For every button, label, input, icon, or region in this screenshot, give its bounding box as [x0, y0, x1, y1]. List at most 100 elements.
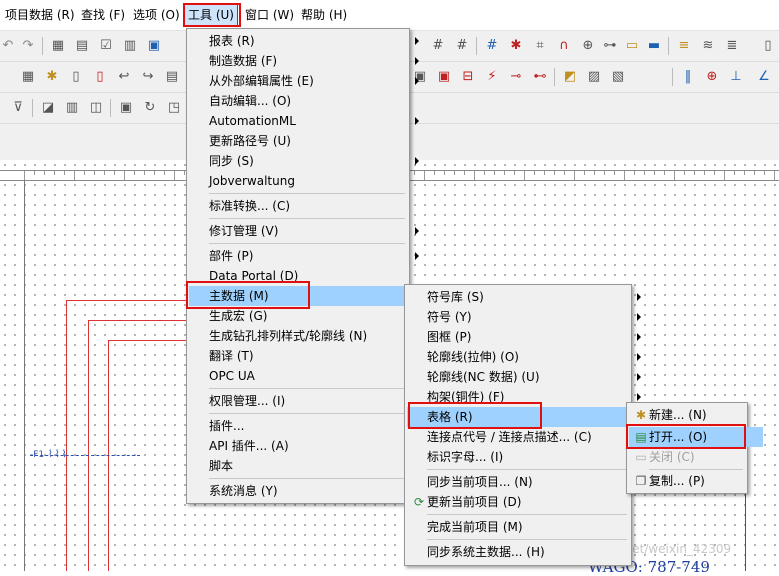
label-icon[interactable]: ▭: [624, 38, 640, 54]
ruler-tick: [714, 171, 715, 175]
ruler-tick: [104, 171, 105, 175]
undo-icon[interactable]: ↶: [0, 38, 16, 54]
redo-icon[interactable]: ↷: [20, 38, 36, 54]
menu-window[interactable]: 窗口 (W): [242, 6, 297, 24]
device-red-icon[interactable]: ▣: [436, 69, 452, 85]
menu-item-drilling-pattern[interactable]: 生成钻孔排列样式/轮廓线 (N): [189, 326, 425, 346]
menu-item-reports[interactable]: 报表 (R): [189, 31, 425, 51]
submenu-item-symbol[interactable]: 符号 (Y): [407, 307, 647, 327]
menu-item-scripts[interactable]: 脚本: [189, 456, 425, 476]
cross-icon[interactable]: ⌗: [532, 38, 548, 54]
align-icon[interactable]: ≣: [724, 38, 740, 54]
wire-alt-icon[interactable]: ≋: [700, 38, 716, 54]
menu-item-parts[interactable]: 部件 (P): [189, 246, 425, 266]
toolbar-separator: [476, 37, 477, 55]
terminal-red-icon[interactable]: ⊕: [704, 69, 720, 85]
menu-item-api-plugins[interactable]: API 插件... (A): [189, 436, 425, 456]
menu-item-opc-ua[interactable]: OPC UA: [189, 366, 425, 386]
hatch-alt-icon[interactable]: ▨: [586, 69, 602, 85]
submenu-item-sync-system-master[interactable]: 同步系统主数据... (H): [407, 542, 647, 562]
submenu-item-symbol-library[interactable]: 符号库 (S): [407, 287, 647, 307]
menu-item-revision[interactable]: 修订管理 (V): [189, 221, 425, 241]
plug-alt-icon[interactable]: ⊷: [532, 69, 548, 85]
page-forward-icon[interactable]: ↪: [140, 69, 156, 85]
tool-a-icon[interactable]: ◪: [40, 100, 56, 116]
grid-red-icon[interactable]: ✱: [508, 38, 524, 54]
menu-item-label: 符号 (Y): [427, 310, 472, 324]
submenu-item-complete-project[interactable]: 完成当前项目 (M): [407, 517, 647, 537]
menu-help[interactable]: 帮助 (H): [298, 6, 350, 24]
menu-item-rights[interactable]: 权限管理... (I): [189, 391, 425, 411]
submenu-item-update-project[interactable]: ⟳ 更新当前项目 (D): [407, 492, 647, 512]
submenu-item-frame[interactable]: 图框 (P): [407, 327, 647, 347]
angle-icon[interactable]: ∠: [756, 69, 772, 85]
menu-item-label: 标准转换... (C): [209, 199, 291, 213]
menu-item-auto-edit[interactable]: 自动编辑... (O): [189, 91, 425, 111]
tool-e-icon[interactable]: ◳: [166, 100, 182, 116]
menu-item-manufacturing[interactable]: 制造数据 (F): [189, 51, 425, 71]
submenu-arrow-icon: [637, 373, 641, 381]
menu-item-standard-convert[interactable]: 标准转换... (C): [189, 196, 425, 216]
refresh-icon[interactable]: ↻: [142, 100, 158, 116]
submenu-arrow-icon: [415, 252, 419, 260]
page-delete-icon[interactable]: ▯: [92, 69, 108, 85]
grid-snap-icon[interactable]: #: [484, 38, 500, 54]
submenu-item-outline-nc[interactable]: 轮廓线(NC 数据) (U): [407, 367, 647, 387]
hatch-icon[interactable]: ◩: [562, 69, 578, 85]
window-icon[interactable]: ▣: [146, 38, 162, 54]
ruler-tick: [34, 171, 35, 175]
menu-item-update-path[interactable]: 更新路径号 (U): [189, 131, 425, 151]
tool-c-icon[interactable]: ◫: [88, 100, 104, 116]
page-icon[interactable]: ▦: [20, 69, 36, 85]
page-border-line: [24, 180, 25, 571]
symbol-icon[interactable]: ⊕: [580, 38, 596, 54]
bridge-icon[interactable]: ⊥: [728, 69, 744, 85]
connector-icon[interactable]: ⚡: [484, 69, 500, 85]
connection-icon[interactable]: ⊶: [602, 38, 618, 54]
page-back-icon[interactable]: ↩: [116, 69, 132, 85]
wire-icon[interactable]: ≡: [676, 38, 692, 54]
submenu-item-identifier-letters[interactable]: 标识字母... (I): [407, 447, 647, 467]
potential-icon[interactable]: ⊟: [460, 69, 476, 85]
forms-item-close[interactable]: ▭ 关闭 (C): [629, 447, 763, 467]
toolbar-separator: [672, 68, 673, 86]
menu-item-translate[interactable]: 翻译 (T): [189, 346, 425, 366]
filter-icon[interactable]: ⊽: [10, 100, 26, 116]
graphic-preview-icon[interactable]: ▤: [74, 38, 90, 54]
layout-icon[interactable]: ▦: [50, 38, 66, 54]
menu-options[interactable]: 选项 (O): [130, 6, 183, 24]
menu-item-label: Jobverwaltung: [209, 174, 295, 188]
forms-item-copy[interactable]: ❐ 复制... (P): [629, 471, 763, 491]
menu-find[interactable]: 查找 (F): [78, 6, 128, 24]
menu-project-data[interactable]: 项目数据 (R): [2, 6, 78, 24]
terminal-grid-alt-icon[interactable]: #: [454, 38, 470, 54]
submenu-item-outline-extrude[interactable]: 轮廓线(拉伸) (O): [407, 347, 647, 367]
terminal-grid-icon[interactable]: #: [430, 38, 446, 54]
magnet-icon[interactable]: ∩: [556, 38, 572, 54]
submenu-item-connection-designation[interactable]: 连接点代号 / 连接点描述... (C): [407, 427, 647, 447]
menu-item-jobverwaltung[interactable]: Jobverwaltung: [189, 171, 425, 191]
menu-item-system-messages[interactable]: 系统消息 (Y): [189, 481, 425, 501]
plug-icon[interactable]: ⊸: [508, 69, 524, 85]
fill-icon[interactable]: ▧: [610, 69, 626, 85]
submenu-arrow-icon: [415, 117, 419, 125]
ruler-icon[interactable]: ▬: [646, 38, 662, 54]
menu-item-automationml[interactable]: AutomationML: [189, 111, 425, 131]
checklist-icon[interactable]: ☑: [98, 38, 114, 54]
terminal-icon[interactable]: ‖: [680, 69, 696, 85]
menu-item-plugins[interactable]: 插件...: [189, 416, 425, 436]
page-properties-icon[interactable]: ▤: [164, 69, 180, 85]
submenu-item-sync-project[interactable]: 同步当前项目... (N): [407, 472, 647, 492]
page-copy-icon[interactable]: ▯: [68, 69, 84, 85]
menu-item-external-edit[interactable]: 从外部编辑属性 (E): [189, 71, 425, 91]
tool-b-icon[interactable]: ▥: [64, 100, 80, 116]
new-page-icon[interactable]: ✱: [44, 69, 60, 85]
tool-d-icon[interactable]: ▣: [118, 100, 134, 116]
menu-item-sync[interactable]: 同步 (S): [189, 151, 425, 171]
grid-icon[interactable]: ▥: [122, 38, 138, 54]
marker-icon[interactable]: ▯: [760, 38, 776, 54]
breaker-symbol-icon: ⌇⌇⌇: [48, 449, 69, 460]
ruler-tick: [24, 171, 25, 180]
menu-item-generate-macro[interactable]: 生成宏 (G): [189, 306, 425, 326]
forms-item-new[interactable]: ✱ 新建... (N): [629, 405, 763, 425]
